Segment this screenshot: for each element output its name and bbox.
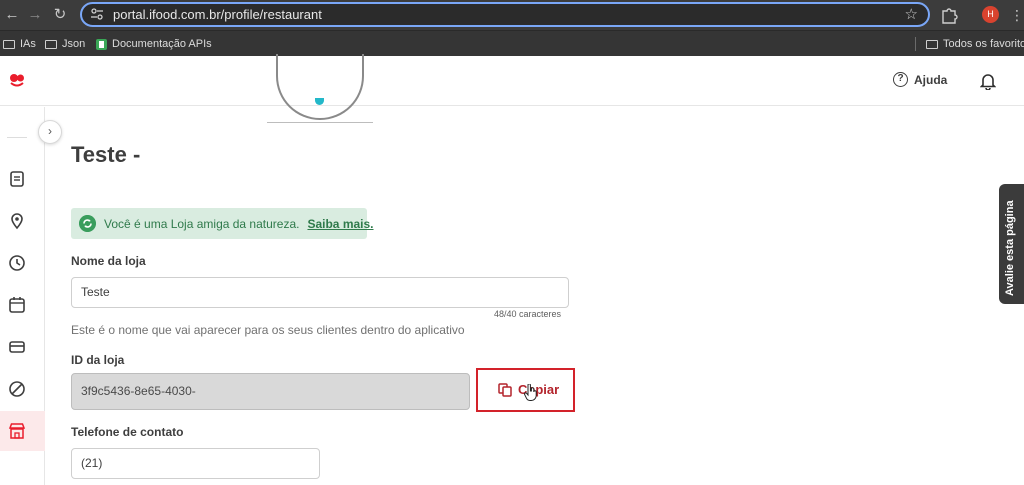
eco-message: Você é uma Loja amiga da natureza. (104, 216, 300, 231)
phone-label: Telefone de contato (71, 425, 184, 439)
bookmark-label: IAs (20, 38, 36, 50)
eco-friendly-banner: Você é uma Loja amiga da natureza. Saiba… (71, 208, 374, 239)
bookmark-ias[interactable]: IAs (3, 36, 36, 52)
store-name-helper: Este é o nome que vai aparecer para os s… (71, 323, 465, 337)
app-header: ? Ajuda (0, 56, 1024, 106)
notifications-bell-icon[interactable] (980, 72, 996, 90)
folder-icon (926, 39, 938, 49)
rate-page-label: Avalie esta página (1004, 200, 1016, 296)
sidebar (0, 107, 45, 485)
help-button[interactable]: ? Ajuda (893, 72, 947, 87)
url-text[interactable]: portal.ifood.com.br/profile/restaurant (113, 6, 322, 23)
browser-menu-icon[interactable]: ⋮ (1010, 5, 1024, 25)
phone-input[interactable]: (21) (71, 448, 320, 479)
orders-icon[interactable] (8, 170, 26, 188)
blocked-icon[interactable] (8, 380, 26, 398)
store-logo-divider (267, 122, 373, 123)
site-settings-icon[interactable] (90, 7, 104, 21)
bookmark-documentacao-apis[interactable]: Documentação APIs (96, 36, 212, 52)
store-logo-circle[interactable] (276, 54, 364, 120)
copy-highlight-box: Copiar (476, 368, 575, 412)
forward-icon[interactable]: → (25, 5, 45, 25)
calendar-icon[interactable] (8, 296, 26, 314)
credit-card-icon[interactable] (8, 338, 26, 356)
reload-icon[interactable]: ↻ (50, 5, 70, 25)
location-icon[interactable] (8, 212, 26, 230)
bookmark-label: Documentação APIs (112, 38, 212, 50)
copy-icon (498, 382, 512, 397)
hand-cursor-icon (524, 384, 537, 401)
store-title: Teste - (71, 142, 141, 167)
ifood-logo-icon[interactable] (9, 73, 25, 87)
store-id-label: ID da loja (71, 353, 125, 367)
back-icon[interactable]: ← (2, 5, 22, 25)
expand-sidebar-button[interactable]: › (38, 120, 62, 144)
all-bookmarks[interactable]: Todos os favoritos (926, 36, 1024, 52)
bookmark-star-icon[interactable]: ☆ (905, 4, 918, 25)
help-icon: ? (893, 72, 908, 87)
bookmark-label: Json (62, 38, 86, 50)
bookmark-label: Todos os favoritos (943, 38, 1024, 50)
recycle-icon (79, 215, 96, 232)
folder-icon (3, 39, 15, 49)
profile-avatar[interactable]: H (982, 6, 999, 23)
address-bar[interactable]: portal.ifood.com.br/profile/restaurant ☆ (80, 2, 930, 27)
browser-toolbar: ← → ↻ portal.ifood.com.br/profile/restau… (0, 0, 1024, 30)
eco-learn-more-link[interactable]: Saiba mais. (307, 217, 373, 231)
store-name-input[interactable]: Teste (71, 277, 569, 308)
store-icon[interactable] (8, 422, 26, 440)
store-name-counter: 48/40 caracteres (494, 309, 562, 319)
store-name-label: Nome da loja (71, 254, 146, 268)
rate-page-tab[interactable]: Avalie esta página (999, 184, 1024, 304)
bookmarks-divider (915, 37, 916, 51)
folder-icon (45, 39, 57, 49)
store-id-field: 3f9c5436-8e65-4030- (71, 373, 470, 410)
bookmarks-bar: IAs Json Documentação APIs Todos os favo… (0, 30, 1024, 56)
help-label: Ajuda (914, 72, 948, 87)
extensions-icon[interactable] (940, 6, 958, 24)
sidebar-divider (7, 137, 27, 138)
bookmark-json[interactable]: Json (45, 36, 85, 52)
docs-icon (96, 38, 107, 50)
clock-icon[interactable] (8, 254, 26, 272)
